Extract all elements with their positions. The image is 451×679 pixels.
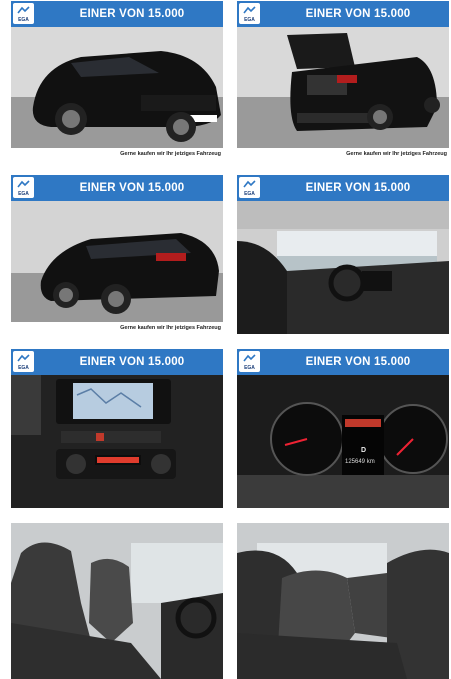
footer-note: Gerne kaufen wir Ihr jetziges Fahrzeug — [11, 322, 223, 334]
gallery-tile-8[interactable] — [237, 523, 449, 679]
footer-note: Gerne kaufen wir Ihr jetziges Fahrzeug — [11, 148, 223, 160]
banner-title: EINER VON 15.000 — [305, 8, 411, 20]
promo-banner: EGA EINER VON 15.000 — [237, 349, 449, 375]
promo-banner: EGA EINER VON 15.000 — [11, 175, 223, 201]
car-photo — [237, 27, 449, 160]
gallery-tile-4[interactable]: EGA EINER VON 15.000 — [237, 175, 449, 334]
footer-note: Gerne kaufen wir Ihr jetziges Fahrzeug — [237, 148, 449, 160]
car-photo — [11, 201, 223, 334]
rear-seats-photo — [237, 523, 449, 679]
gallery-tile-5[interactable]: EGA EINER VON 15.000 — [11, 349, 223, 508]
banner-title: EINER VON 15.000 — [305, 356, 411, 368]
interior-photo — [237, 201, 449, 334]
ega-logo: EGA — [239, 351, 260, 372]
ega-logo: EGA — [13, 351, 34, 372]
promo-banner: EGA EINER VON 15.000 — [237, 175, 449, 201]
odometer-readout: 125649 km — [345, 459, 375, 465]
ega-logo: EGA — [13, 177, 34, 198]
ega-logo: EGA — [239, 177, 260, 198]
promo-banner: EGA EINER VON 15.000 — [237, 1, 449, 27]
banner-title: EINER VON 15.000 — [79, 356, 185, 368]
promo-banner: EGA EINER VON 15.000 — [11, 349, 223, 375]
banner-title: EINER VON 15.000 — [79, 8, 185, 20]
ega-logo: EGA — [239, 3, 260, 24]
gallery-tile-2[interactable]: EGA EINER VON 15.000 Gerne kaufen wir Ih… — [237, 1, 449, 160]
car-photo — [11, 27, 223, 160]
gallery-tile-3[interactable]: EGA EINER VON 15.000 Gerne kaufen wir Ih… — [11, 175, 223, 334]
gallery-tile-7[interactable] — [11, 523, 223, 679]
gallery-tile-1[interactable]: EGA EINER VON 15.000 Gerne kaufen wir Ih… — [11, 1, 223, 160]
promo-banner: EGA EINER VON 15.000 — [11, 1, 223, 27]
cluster-photo — [237, 375, 449, 508]
banner-title: EINER VON 15.000 — [305, 182, 411, 194]
console-photo — [11, 375, 223, 508]
front-seats-photo — [11, 523, 223, 679]
gear-indicator: D — [361, 447, 367, 454]
banner-title: EINER VON 15.000 — [79, 182, 185, 194]
ega-logo: EGA — [13, 3, 34, 24]
gallery-tile-6[interactable]: EGA EINER VON 15.000 D 125649 km — [237, 349, 449, 508]
